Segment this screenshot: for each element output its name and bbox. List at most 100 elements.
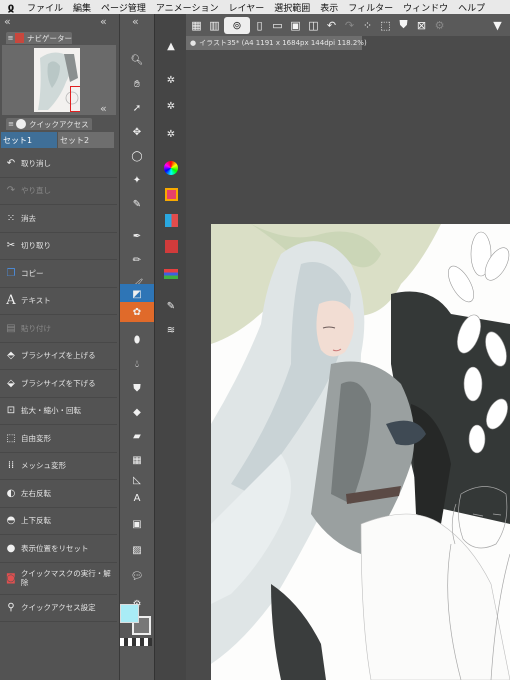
material-palette-icon[interactable]: ▲	[155, 36, 187, 56]
qa-item-brush-size-down[interactable]: ⬙ ブラシサイズを下げる	[0, 370, 117, 398]
hand-tool-icon[interactable]: ✋︎	[120, 74, 154, 94]
menu-help[interactable]: ヘルプ	[453, 1, 490, 14]
redo-icon[interactable]: ↷	[341, 17, 358, 34]
menu-bar: ჲ ファイル 編集 ページ管理 アニメーション レイヤー 選択範囲 表示 フィル…	[0, 0, 510, 14]
canvas-tab[interactable]: ● イラスト35* (A4 1191 x 1684px 144dpi 118.2…	[186, 36, 367, 50]
erase-icon: ⁙	[6, 212, 16, 224]
navigator-thumbnail	[34, 48, 80, 112]
intermediate-color-icon[interactable]	[155, 210, 187, 230]
quick-mask-icon: ◙	[6, 572, 16, 584]
dropdown-icon[interactable]: ▼	[489, 17, 506, 34]
qa-item-label: クイックマスクの実行・解除	[20, 569, 111, 587]
eyedropper-tool-icon[interactable]: ✎	[120, 194, 154, 214]
figure-tool-icon[interactable]: ▰	[120, 426, 154, 446]
export-icon[interactable]: ◫	[305, 17, 322, 34]
layout-icon[interactable]: ▥	[206, 17, 223, 34]
zoom-tool-icon[interactable]: 🔍︎	[120, 50, 154, 70]
qa-item-settings[interactable]: ⚲ クイックアクセス設定	[0, 595, 117, 622]
qa-item-paste[interactable]: ▤ 貼り付け	[0, 315, 117, 343]
navigator-tab[interactable]: ≡ ナビゲーター	[6, 32, 72, 44]
blend-tool-icon[interactable]: 💧︎	[120, 354, 154, 374]
color-set-icon[interactable]	[155, 184, 187, 204]
navigator-preview[interactable]	[2, 45, 116, 115]
qa-item-reset-view[interactable]: ● 表示位置をリセット	[0, 535, 117, 563]
menu-edit[interactable]: 編集	[68, 1, 96, 14]
lasso-tool-icon[interactable]: ◯	[120, 146, 154, 166]
qa-item-undo[interactable]: ↶ 取り消し	[0, 150, 117, 178]
pen-tool-icon[interactable]: ✒	[120, 226, 154, 246]
menu-window[interactable]: ウィンドウ	[398, 1, 453, 14]
collapse-panel-icon-right[interactable]: «	[100, 15, 107, 28]
gradient-tool-icon[interactable]: ◆	[120, 402, 154, 422]
new-file-icon[interactable]: ▯	[251, 17, 268, 34]
magic-wand-tool-icon[interactable]: ✦	[120, 170, 154, 190]
sub-tool-palette-icon[interactable]: ✲	[155, 70, 187, 90]
qa-item-mesh-transform[interactable]: ⁞⁞ メッシュ変形	[0, 453, 117, 480]
text-tool-icon[interactable]: A	[120, 488, 154, 508]
color-history-icon[interactable]	[155, 264, 187, 284]
save-icon[interactable]: ▣	[287, 17, 304, 34]
settings-icon[interactable]: ⚙	[431, 17, 448, 34]
color-wheel-icon[interactable]	[155, 158, 187, 178]
qa-item-label: 拡大・縮小・回転	[21, 406, 81, 416]
frame-tool-icon[interactable]: ▦	[120, 450, 154, 470]
operation-tool-icon[interactable]: ➚	[120, 98, 154, 118]
speech-balloon-tool-icon[interactable]: 💬︎	[120, 566, 154, 586]
qa-item-transform[interactable]: ⊡ 拡大・縮小・回転	[0, 398, 117, 425]
tool-property-icon[interactable]: ✲	[155, 96, 187, 116]
qa-item-cut[interactable]: ✂ 切り取り	[0, 233, 117, 260]
qa-item-free-transform[interactable]: ⬚ 自由変形	[0, 425, 117, 453]
collapse-panel-icon-2[interactable]: «	[100, 102, 107, 115]
move-layer-tool-icon[interactable]: ✥	[120, 122, 154, 142]
menu-view[interactable]: 表示	[315, 1, 343, 14]
qa-item-text[interactable]: A テキスト	[0, 288, 117, 315]
qa-item-redo[interactable]: ↷ やり直し	[0, 178, 117, 205]
tab-set1[interactable]: セット1	[1, 132, 57, 148]
menu-layer[interactable]: レイヤー	[224, 1, 270, 14]
brush-size-palette-icon[interactable]: ✲	[155, 124, 187, 144]
qa-item-erase[interactable]: ⁙ 消去	[0, 205, 117, 233]
transparent-color-swatch[interactable]	[120, 638, 152, 646]
balloon-tool-icon[interactable]: ▣	[120, 514, 154, 534]
approximate-color-icon[interactable]	[155, 236, 187, 256]
menu-selection[interactable]: 選択範囲	[269, 1, 315, 14]
transform-icon[interactable]: ⊠	[413, 17, 430, 34]
menu-animation[interactable]: アニメーション	[151, 1, 224, 14]
menu-file[interactable]: ファイル	[22, 1, 68, 14]
qa-item-quick-mask[interactable]: ◙ クイックマスクの実行・解除	[0, 563, 117, 595]
eraser-tool-icon[interactable]: ⬮	[120, 330, 154, 350]
fill-tool-icon[interactable]: ⛊	[120, 378, 154, 398]
airbrush-tool-icon[interactable]: ◩	[120, 284, 154, 304]
layer-palette-icon[interactable]: ≋	[155, 320, 187, 340]
ruler-tool-icon[interactable]: ◺	[120, 470, 154, 490]
clip-studio-icon[interactable]: ⊚	[224, 16, 250, 34]
pencil-tool-icon[interactable]: ✏	[120, 250, 154, 270]
erase-icon[interactable]: ⁘	[359, 17, 376, 34]
quick-access-tab[interactable]: ≡ クイックアクセス	[6, 118, 92, 130]
decoration-tool-icon[interactable]: ✿	[120, 302, 154, 322]
navigator-view-rect[interactable]	[70, 86, 80, 112]
panel-menu-icon-2[interactable]: ≡	[6, 120, 16, 128]
qa-item-flip-vertical[interactable]: ◓ 上下反転	[0, 508, 117, 535]
layer-property-icon[interactable]: ✎	[155, 296, 187, 316]
collapse-tools-icon[interactable]: «	[132, 15, 139, 28]
menu-page[interactable]: ページ管理	[96, 1, 151, 14]
tab-set2[interactable]: セット2	[58, 132, 114, 148]
fill-icon[interactable]: ⛊	[395, 17, 412, 34]
qa-item-copy[interactable]: ❐ コピー	[0, 260, 117, 288]
app-logo-icon[interactable]: ჲ	[0, 0, 22, 14]
main-color-swatch[interactable]	[120, 604, 139, 623]
grid-view-icon[interactable]: ▦	[188, 17, 205, 34]
undo-icon[interactable]: ↶	[323, 17, 340, 34]
close-tab-icon[interactable]: ●	[190, 39, 196, 47]
qa-item-flip-horizontal[interactable]: ◐ 左右反転	[0, 480, 117, 508]
open-file-icon[interactable]: ▭	[269, 17, 286, 34]
collapse-panel-icon[interactable]: «	[4, 15, 11, 28]
canvas-area[interactable]	[186, 50, 510, 680]
menu-filter[interactable]: フィルター	[343, 1, 398, 14]
correct-line-tool-icon[interactable]: ▨	[120, 540, 154, 560]
artwork-canvas[interactable]	[211, 224, 510, 680]
qa-item-brush-size-up[interactable]: ⬘ ブラシサイズを上げる	[0, 343, 117, 370]
deselect-icon[interactable]: ⬚	[377, 17, 394, 34]
panel-menu-icon[interactable]: ≡	[6, 34, 15, 42]
